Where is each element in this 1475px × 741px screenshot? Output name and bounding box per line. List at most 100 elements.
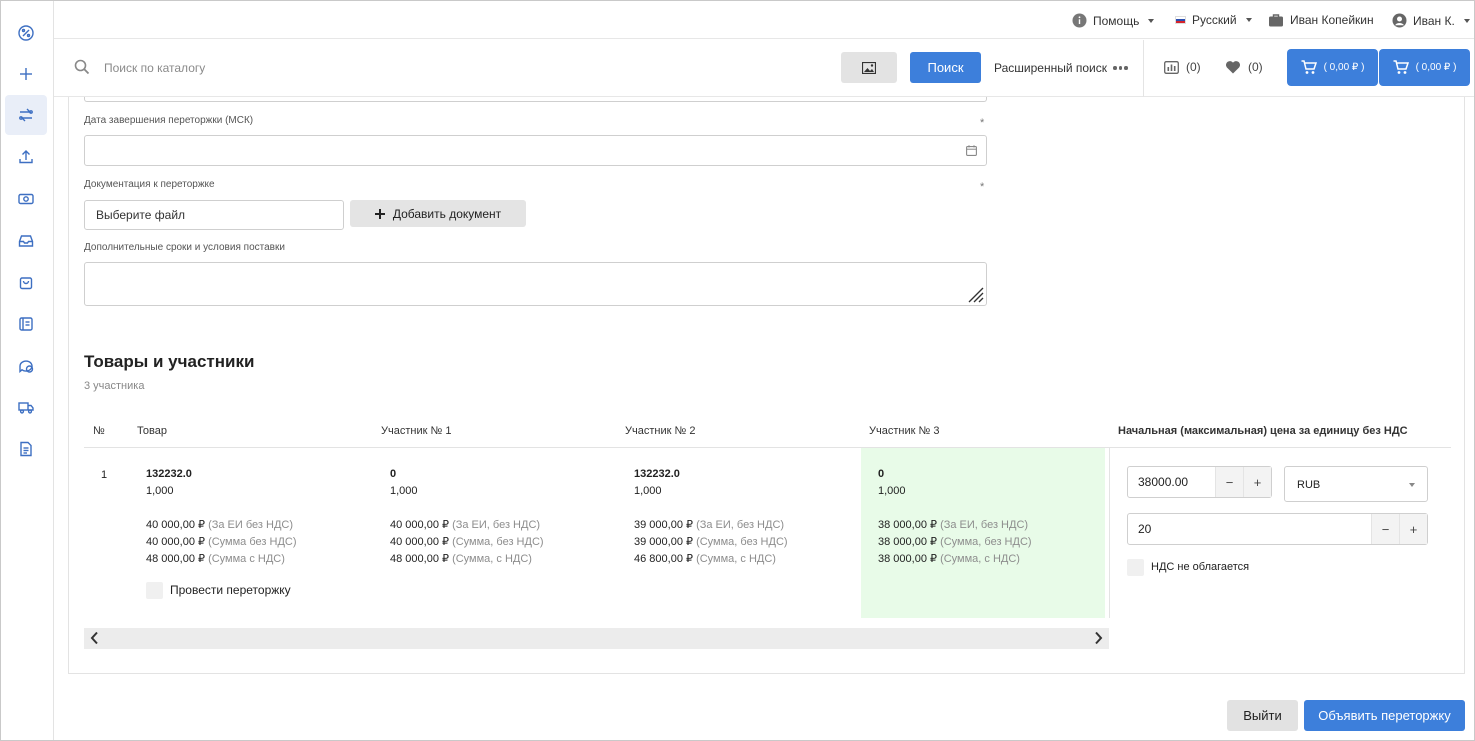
plus-icon[interactable] [5,54,47,94]
rebid-checkbox[interactable] [146,582,163,599]
advanced-search-label: Расширенный поиск [994,61,1107,75]
product-cell: 132232.0 1,000 40 000,00 ₽ (За ЕИ без НД… [146,466,297,568]
upload-icon[interactable] [5,137,47,177]
offer-code: 0 [390,468,397,480]
advanced-search-link[interactable]: Расширенный поиск [994,61,1128,75]
price-value: 48 000,00 ₽ [390,553,449,565]
decrement-button[interactable]: − [1371,514,1399,544]
decrement-button[interactable]: − [1215,467,1243,497]
document-icon[interactable] [5,429,47,469]
row-number: 1 [101,469,108,481]
start-price-input[interactable]: 38000.00 − + [1127,466,1272,498]
horizontal-scrollbar[interactable] [84,628,1109,649]
swap-icon[interactable] [5,95,47,135]
resize-grip-icon[interactable] [966,285,984,303]
chat-icon[interactable] [5,346,47,386]
money-icon[interactable] [5,179,47,219]
company-label: Иван Копейкин [1290,13,1374,27]
scroll-right-icon[interactable] [1094,631,1103,645]
vat-rate-input[interactable]: 20 − + [1127,513,1428,545]
column-header-number: № [93,425,105,437]
column-header-participant-3: Участник № 3 [869,425,940,437]
price-note: (За ЕИ, без НДС) [940,519,1029,531]
calendar-icon[interactable] [966,145,977,156]
price-note: (Сумма, без НДС) [940,536,1032,548]
participant-2-cell: 132232.0 1,000 39 000,00 ₽ (За ЕИ, без Н… [634,466,788,568]
search-input[interactable] [104,56,624,80]
add-document-button[interactable]: Добавить документ [350,200,526,227]
percent-icon[interactable] [5,13,47,53]
extra-terms-textarea[interactable] [84,262,987,306]
price-value: 40 000,00 ₽ [146,519,205,531]
end-date-input[interactable] [84,135,987,166]
section-subtitle: 3 участника [84,380,145,392]
divider [1143,40,1144,97]
announce-rebid-button[interactable]: Объявить переторжку [1304,700,1465,731]
increment-button[interactable]: + [1243,467,1271,497]
favorites-count: (0) [1248,60,1263,74]
help-label: Помощь [1093,13,1140,28]
price-value: 40 000,00 ₽ [390,536,449,548]
price-note: (Сумма, с НДС) [696,553,776,565]
price-note: (За ЕИ, без НДС) [452,519,541,531]
required-mark: * [980,181,985,193]
no-vat-checkbox[interactable] [1127,559,1144,576]
search-button[interactable]: Поиск [910,52,981,83]
price-note: (Сумма, с НДС) [452,553,532,565]
image-search-button[interactable] [841,52,897,83]
column-divider [1109,448,1110,618]
table-divider [84,447,1451,448]
start-price-value: 38000.00 [1138,475,1189,489]
offer-code: 0 [878,468,885,480]
cart-button[interactable]: ( 0,00 ₽ ) [1287,49,1378,86]
column-header-start-price: Начальная (максимальная) цена за единицу… [1118,425,1408,437]
compare-button[interactable]: (0) [1164,60,1201,74]
truck-icon[interactable] [5,387,47,427]
chevron-down-icon [1245,18,1252,22]
price-value: 40 000,00 ₽ [390,519,449,531]
catalog-icon[interactable] [5,304,47,344]
price-note: (За ЕИ, без НДС) [696,519,785,531]
chevron-down-icon [1409,483,1415,487]
user-menu[interactable]: Иван К. [1392,13,1470,28]
column-header-participant-1: Участник № 1 [381,425,452,437]
sidebar [1,1,54,740]
end-date-label: Дата завершения переторжки (МСК) [84,115,254,126]
price-note: (За ЕИ без НДС) [208,519,293,531]
vat-rate-value: 20 [1138,522,1152,536]
chevron-down-icon [1148,18,1155,23]
offer-code: 132232.0 [634,468,680,480]
file-placeholder: Выберите файл [96,208,186,222]
user-icon [1392,13,1407,28]
inbox-icon[interactable] [5,221,47,261]
cart-icon [1393,60,1409,74]
offer-quantity: 1,000 [390,485,418,497]
compare-count: (0) [1186,60,1201,74]
company-menu[interactable]: Иван Копейкин [1268,13,1374,27]
increment-button[interactable]: + [1399,514,1427,544]
docs-label: Документация к переторжке [84,179,215,190]
file-input[interactable]: Выберите файл [84,200,344,230]
scroll-left-icon[interactable] [90,631,99,645]
price-value: 38 000,00 ₽ [878,536,937,548]
bag-icon[interactable] [5,262,47,302]
cart-button-secondary[interactable]: ( 0,00 ₽ ) [1379,49,1470,86]
search-bar: Поиск Расширенный поиск (0) (0) ( 0,00 ₽… [54,40,1474,97]
favorites-button[interactable]: (0) [1225,60,1263,74]
column-header-participant-2: Участник № 2 [625,425,696,437]
help-menu[interactable]: Помощь [1072,13,1155,28]
rebid-label: Провести переторжку [170,583,291,597]
chevron-down-icon [1463,18,1470,23]
top-bar: Помощь Русский Иван Копейкин Иван К. [54,1,1474,39]
column-header-product: Товар [137,425,167,437]
russia-flag-icon [1175,16,1186,24]
currency-select[interactable]: RUB [1284,466,1428,502]
price-value: 40 000,00 ₽ [146,536,205,548]
image-icon [862,61,876,74]
language-menu[interactable]: Русский [1175,13,1252,27]
exit-button[interactable]: Выйти [1227,700,1298,731]
price-note: (Сумма без НДС) [208,536,297,548]
briefcase-icon [1269,14,1283,27]
section-title: Товары и участники [84,352,255,371]
language-label: Русский [1192,13,1237,27]
